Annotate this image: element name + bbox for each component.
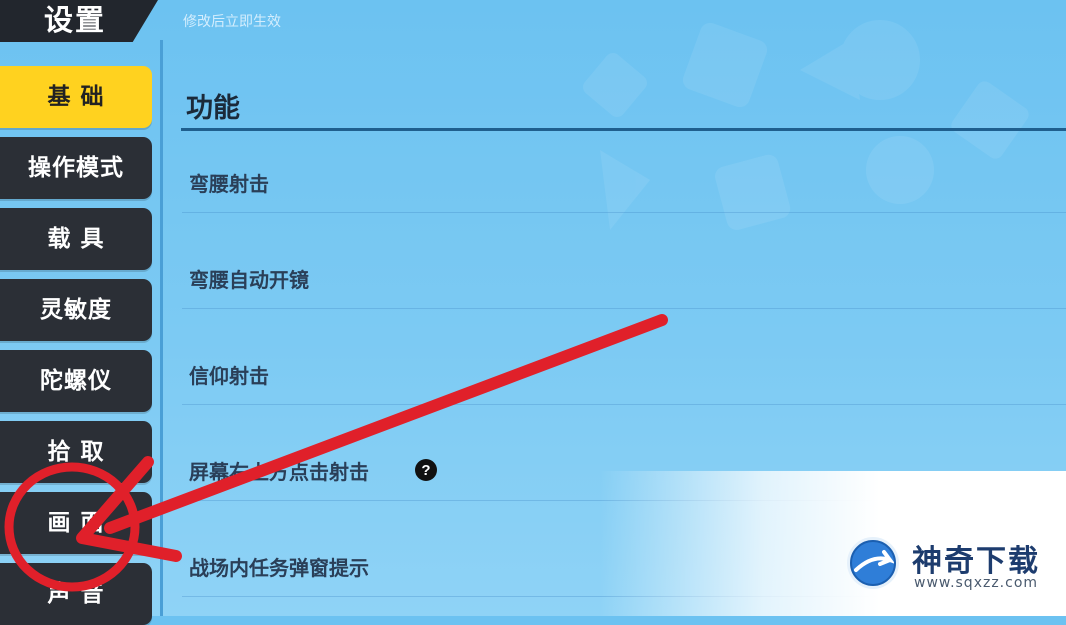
section-divider (181, 128, 1066, 131)
globe-arrow-icon (847, 537, 899, 589)
option-label: 信仰射击 (189, 364, 269, 388)
sidebar-item-vehicle[interactable]: 载 具 (0, 208, 152, 270)
sidebar-item-control-mode[interactable]: 操作模式 (0, 137, 152, 199)
option-label: 战场内任务弹窗提示 (189, 556, 369, 580)
sidebar-item-graphics[interactable]: 画 面 (0, 492, 152, 554)
watermark-url: www.sqxzz.com (914, 575, 1039, 591)
option-label: 弯腰射击 (189, 172, 269, 196)
sidebar-item-basic[interactable]: 基 础 (0, 66, 152, 128)
svg-text:?: ? (421, 462, 430, 479)
settings-hint: 修改后立即生效 (183, 14, 281, 30)
sidebar-item-pickup[interactable]: 拾 取 (0, 421, 152, 483)
sidebar-divider (160, 40, 163, 616)
watermark-title: 神奇下载 (912, 544, 1040, 579)
option-row-crouch-auto-scope[interactable]: 弯腰自动开镜 (182, 248, 1066, 309)
option-row-faith-shoot[interactable]: 信仰射击 (182, 344, 1066, 405)
sidebar: 基 础 操作模式 载 具 灵敏度 陀螺仪 拾 取 画 面 声 音 (0, 0, 160, 625)
question-circle-icon[interactable]: ? (414, 458, 438, 482)
option-row-crouch-shoot[interactable]: 弯腰射击 (182, 152, 1066, 213)
section-title: 功能 (186, 93, 240, 124)
sidebar-item-sensitivity[interactable]: 灵敏度 (0, 279, 152, 341)
sidebar-item-gyroscope[interactable]: 陀螺仪 (0, 350, 152, 412)
option-label: 弯腰自动开镜 (189, 268, 309, 292)
option-label: 屏幕右上方点击射击 (189, 460, 369, 484)
